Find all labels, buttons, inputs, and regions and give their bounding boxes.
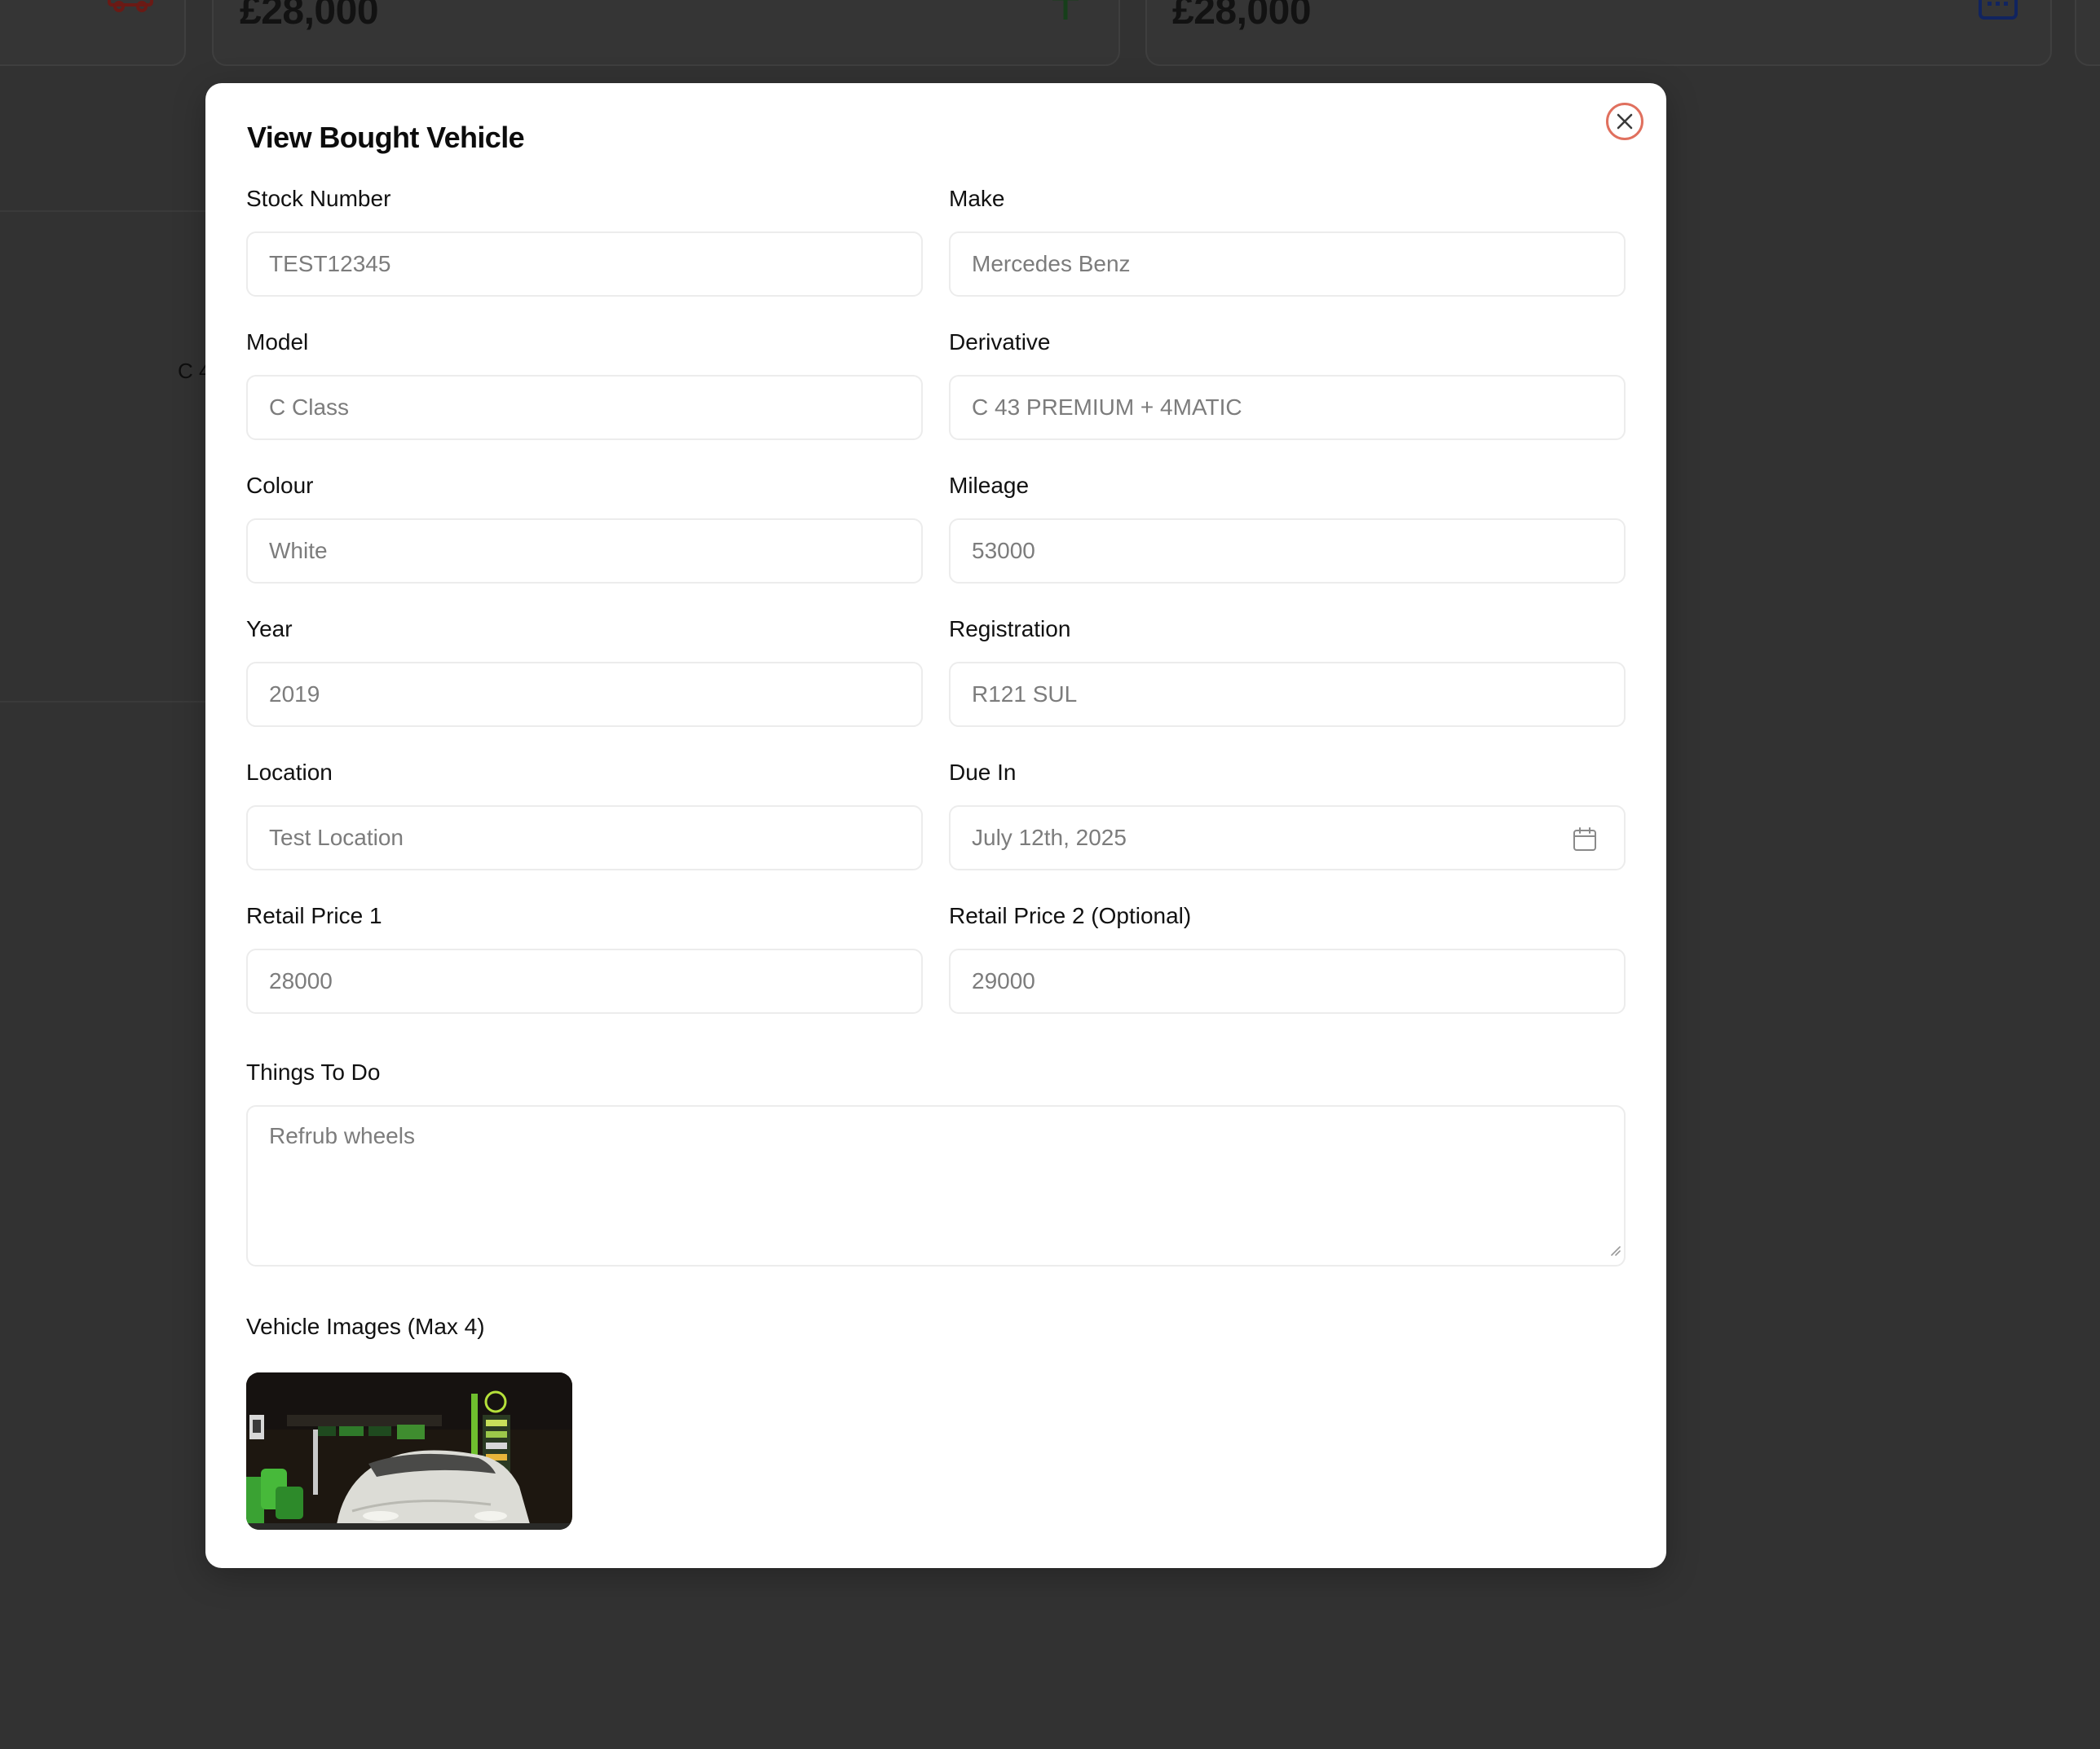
due-in-date-picker[interactable]: July 12th, 2025 <box>949 805 1626 870</box>
background-card-extra <box>2075 0 2100 66</box>
close-icon <box>1617 113 1633 130</box>
close-button[interactable] <box>1606 103 1643 140</box>
things-to-do-textarea[interactable]: Refrub wheels <box>246 1105 1626 1267</box>
year-label: Year <box>246 616 293 641</box>
retail-price-1-value: 28000 <box>269 968 333 993</box>
colour-field[interactable]: White <box>246 518 923 584</box>
things-to-do-value: Refrub wheels <box>269 1123 415 1148</box>
due-in-label: Due In <box>949 760 1017 785</box>
registration-field[interactable]: R121 SUL <box>949 662 1626 727</box>
retail-price-1-label: Retail Price 1 <box>246 903 382 928</box>
retail-price-2-label: Retail Price 2 (Optional) <box>949 903 1192 928</box>
location-field[interactable]: Test Location <box>246 805 923 870</box>
background-card-vehicles <box>0 0 186 66</box>
mileage-label: Mileage <box>949 473 1030 498</box>
stock-number-value: TEST12345 <box>269 251 391 276</box>
year-value: 2019 <box>269 681 320 707</box>
derivative-value: C 43 PREMIUM + 4MATIC <box>972 394 1242 420</box>
background-card-amount: £28,000 <box>240 0 379 33</box>
dollar-icon <box>1049 0 1082 27</box>
make-field[interactable]: Mercedes Benz <box>949 231 1626 297</box>
location-value: Test Location <box>269 825 404 850</box>
due-in-value: July 12th, 2025 <box>972 825 1127 850</box>
background-card-amount: £28,000 <box>1172 0 1312 33</box>
resize-handle-icon[interactable] <box>1609 1236 1621 1262</box>
colour-label: Colour <box>246 473 314 498</box>
stock-number-label: Stock Number <box>246 186 391 211</box>
mileage-field[interactable]: 53000 <box>949 518 1626 584</box>
mileage-value: 53000 <box>972 538 1035 563</box>
model-field[interactable]: C Class <box>246 375 923 440</box>
background-divider <box>0 701 212 703</box>
stock-number-field[interactable]: TEST12345 <box>246 231 923 297</box>
year-field[interactable]: 2019 <box>246 662 923 727</box>
modal-title: View Bought Vehicle <box>247 121 525 154</box>
location-label: Location <box>246 760 333 785</box>
registration-label: Registration <box>949 616 1071 641</box>
view-bought-vehicle-modal: View Bought Vehicle Stock Number TEST123… <box>205 83 1666 1568</box>
retail-price-2-value: 29000 <box>972 968 1035 993</box>
colour-value: White <box>269 538 328 563</box>
make-label: Make <box>949 186 1005 211</box>
vehicle-images-label: Vehicle Images (Max 4) <box>246 1314 485 1339</box>
model-label: Model <box>246 329 309 355</box>
retail-price-2-field[interactable]: 29000 <box>949 949 1626 1014</box>
make-value: Mercedes Benz <box>972 251 1131 276</box>
model-value: C Class <box>269 394 350 420</box>
car-icon <box>106 0 155 17</box>
vehicle-photo <box>246 1372 572 1530</box>
things-to-do-label: Things To Do <box>246 1060 381 1085</box>
background-divider <box>0 210 212 212</box>
calendar-icon[interactable] <box>1572 826 1598 858</box>
registration-value: R121 SUL <box>972 681 1078 707</box>
derivative-label: Derivative <box>949 329 1051 355</box>
calendar-icon <box>1978 0 2018 27</box>
derivative-field[interactable]: C 43 PREMIUM + 4MATIC <box>949 375 1626 440</box>
retail-price-1-field[interactable]: 28000 <box>246 949 923 1014</box>
vehicle-image-thumbnail[interactable] <box>246 1372 572 1530</box>
